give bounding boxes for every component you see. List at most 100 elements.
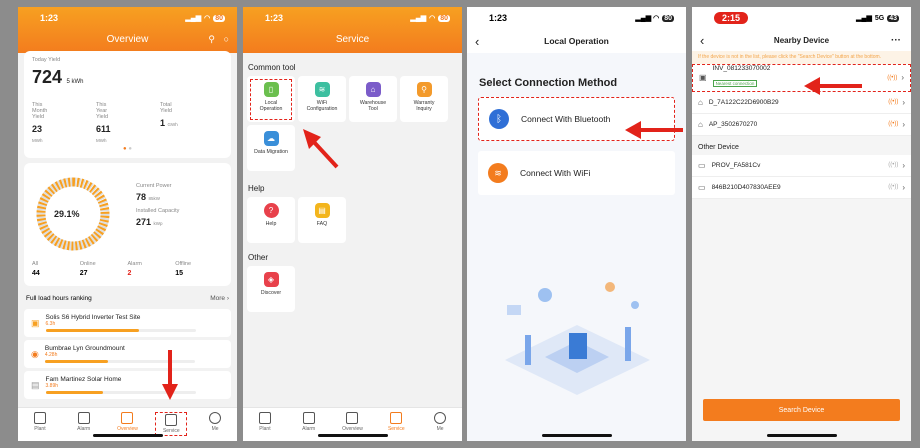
battery-icon: 80 bbox=[213, 14, 225, 22]
back-icon[interactable]: ‹ bbox=[700, 33, 704, 48]
status-bar: 1:23 ▂▄▆ ◠ 80 bbox=[467, 7, 686, 29]
tab-plant[interactable]: Plant bbox=[24, 412, 56, 432]
more-menu-icon[interactable]: ··· bbox=[891, 35, 901, 46]
network-label: 5G bbox=[874, 14, 885, 22]
chevron-right-icon: › bbox=[902, 182, 905, 192]
tab-me[interactable]: Me bbox=[199, 412, 231, 432]
tab-service[interactable]: Service bbox=[155, 412, 188, 436]
tab-me[interactable]: Me bbox=[424, 412, 456, 432]
chat-icon[interactable]: ○ bbox=[224, 34, 229, 44]
time: 2:15 bbox=[714, 12, 749, 24]
grid-icon bbox=[390, 412, 403, 424]
discover-tile[interactable]: ◈ Discover bbox=[247, 266, 295, 312]
other-device-title: Other Device bbox=[698, 143, 739, 151]
signal-icon: ((•)) bbox=[888, 99, 899, 105]
more-link[interactable]: More › bbox=[210, 295, 229, 302]
data-migration-tile[interactable]: ☁ Data Migration bbox=[247, 125, 295, 171]
rank-item[interactable]: ▤ Fam Martinez Solar Home 3.89h bbox=[24, 371, 231, 399]
year-yield-label: This Year Yield bbox=[95, 102, 109, 120]
stat-alarm: 2 bbox=[127, 270, 132, 277]
local-operation-tile[interactable]: ▯ Local Operation bbox=[247, 76, 295, 122]
page-title: Service bbox=[335, 33, 370, 45]
other-device-list: ▭ PROV_FA581Cv ((•)) › ▭ 846B210D407830AEE9(… bbox=[692, 154, 911, 199]
today-yield-value: 724 bbox=[32, 67, 63, 87]
status-icons: ▂▄▆ ◠ 80 bbox=[185, 14, 225, 22]
ranking-header: Full load hours ranking More › bbox=[18, 291, 237, 306]
service-header-bg: 1:23 ▂▄▆ ◠ 80 Service bbox=[243, 7, 462, 53]
warehouse-tool-tile[interactable]: ⌂ Warehouse Tool bbox=[349, 76, 397, 122]
other-title: Other bbox=[248, 253, 269, 262]
total-yield-value: 1 bbox=[159, 118, 165, 128]
stat-offline: 15 bbox=[175, 270, 184, 277]
home-indicator bbox=[541, 434, 612, 437]
common-tools: ▯ Local Operation ≋ WiFi Configuration ⌂ Wa… bbox=[243, 76, 462, 122]
faq-tile[interactable]: ▤ FAQ bbox=[298, 197, 346, 243]
back-icon[interactable]: ‹ bbox=[475, 34, 479, 49]
chevron-right-icon: › bbox=[902, 119, 905, 129]
tab-alarm[interactable]: Alarm bbox=[68, 412, 100, 432]
chevron-right-icon: › bbox=[902, 97, 905, 107]
screen-nearby-device: 2:15 ▂▄▆ 5G 43 ‹ Nearby Device ··· If th… bbox=[692, 7, 911, 441]
illustration bbox=[505, 282, 650, 395]
page-dots: ● ● bbox=[123, 146, 132, 152]
tab-service[interactable]: Service bbox=[380, 412, 412, 432]
question-icon: ? bbox=[263, 203, 279, 218]
discover-icon: ◈ bbox=[263, 272, 279, 287]
tab-overview[interactable]: Overview bbox=[336, 412, 368, 432]
plant-icon: ◉ bbox=[31, 348, 39, 359]
device-icon: ▭ bbox=[698, 160, 706, 170]
nearest-tag: Nearest connection bbox=[712, 80, 758, 87]
rank-bar bbox=[45, 329, 196, 332]
warranty-inquiry-tile[interactable]: ⚲ Warranty Inquiry bbox=[400, 76, 448, 122]
rank-item[interactable]: ▣ Solis S6 Hybrid Inverter Test Site 6.3h bbox=[24, 309, 231, 337]
connection-heading: Select Connection Method bbox=[479, 77, 618, 89]
today-yield-label: Today Yield bbox=[32, 57, 61, 63]
power-percent: 29.1% bbox=[54, 209, 80, 219]
device-row-selected[interactable]: ▣ INV_081233070002 Nearest connection ((•… bbox=[692, 63, 911, 92]
tab-plant[interactable]: Plant bbox=[249, 412, 281, 432]
battery-icon: 80 bbox=[662, 14, 674, 22]
home-icon bbox=[258, 412, 271, 424]
cloud-icon: ☁ bbox=[263, 131, 279, 146]
warehouse-icon: ⌂ bbox=[365, 82, 381, 97]
tab-overview[interactable]: Overview bbox=[111, 412, 143, 432]
common-tools-row2: ☁ Data Migration bbox=[243, 122, 462, 174]
rank-item[interactable]: ◉ Bumbrae Lyn Groundmount 4.28h bbox=[24, 340, 231, 368]
device-row[interactable]: ▭ 846B210D407830AEE9 ((•)) › bbox=[692, 176, 911, 199]
wifi-configuration-tile[interactable]: ≋ WiFi Configuration bbox=[298, 76, 346, 122]
plant-icon: ▣ bbox=[31, 317, 40, 328]
device-row[interactable]: ⌂ AP_3502670270 ((•)) › bbox=[692, 113, 911, 136]
signal-icon: ((•)) bbox=[887, 74, 898, 81]
search-device-button[interactable]: Search Device bbox=[703, 399, 900, 421]
total-yield-label: Total Yield bbox=[159, 102, 172, 114]
today-yield-unit: 5 kWh bbox=[66, 79, 84, 85]
alarm-icon bbox=[302, 412, 315, 424]
page-title: Overview ⚲ ○ bbox=[106, 33, 229, 45]
status-icons: ▂▄▆ 5G 43 bbox=[856, 14, 899, 22]
signal-icon: ((•)) bbox=[888, 121, 899, 127]
home-indicator bbox=[766, 434, 837, 437]
grid-icon bbox=[165, 414, 178, 426]
device-row[interactable]: ▭ PROV_FA581Cv ((•)) › bbox=[692, 154, 911, 177]
screen-service: 1:23 ▂▄▆ ◠ 80 Service Common tool ▯ Local… bbox=[243, 7, 462, 441]
wifi-option[interactable]: ≋ Connect With WiFi bbox=[478, 151, 675, 195]
yield-card: Today Yield 724 5 kWh This Month Yield 23… bbox=[24, 51, 231, 158]
red-arrow-icon bbox=[303, 129, 339, 169]
faq-icon: ▤ bbox=[314, 203, 330, 218]
time: 1:23 bbox=[265, 13, 284, 23]
device-icon: ▭ bbox=[698, 182, 706, 192]
tab-alarm[interactable]: Alarm bbox=[293, 412, 325, 432]
help-tile[interactable]: ? Help bbox=[247, 197, 295, 243]
search-icon[interactable]: ⚲ bbox=[208, 34, 215, 45]
battery-icon: 80 bbox=[438, 14, 450, 22]
signal-icon: ((•)) bbox=[888, 162, 899, 168]
month-yield-label: This Month Yield bbox=[32, 102, 48, 120]
yield-summary: This Month Yield 23 MWh This Year Yield 61… bbox=[32, 102, 223, 144]
device-row[interactable]: ⌂ D_7A122C22D6900B29 ((•)) › bbox=[692, 91, 911, 114]
power-card: 29.1% Current Power 78 85kW Installed Ca… bbox=[24, 163, 231, 286]
other-tools: ◈ Discover bbox=[243, 266, 462, 312]
month-yield-value: 23 bbox=[32, 124, 43, 134]
user-icon bbox=[209, 412, 222, 424]
wifi-icon: ≋ bbox=[488, 163, 508, 183]
highlight-box bbox=[250, 79, 292, 120]
